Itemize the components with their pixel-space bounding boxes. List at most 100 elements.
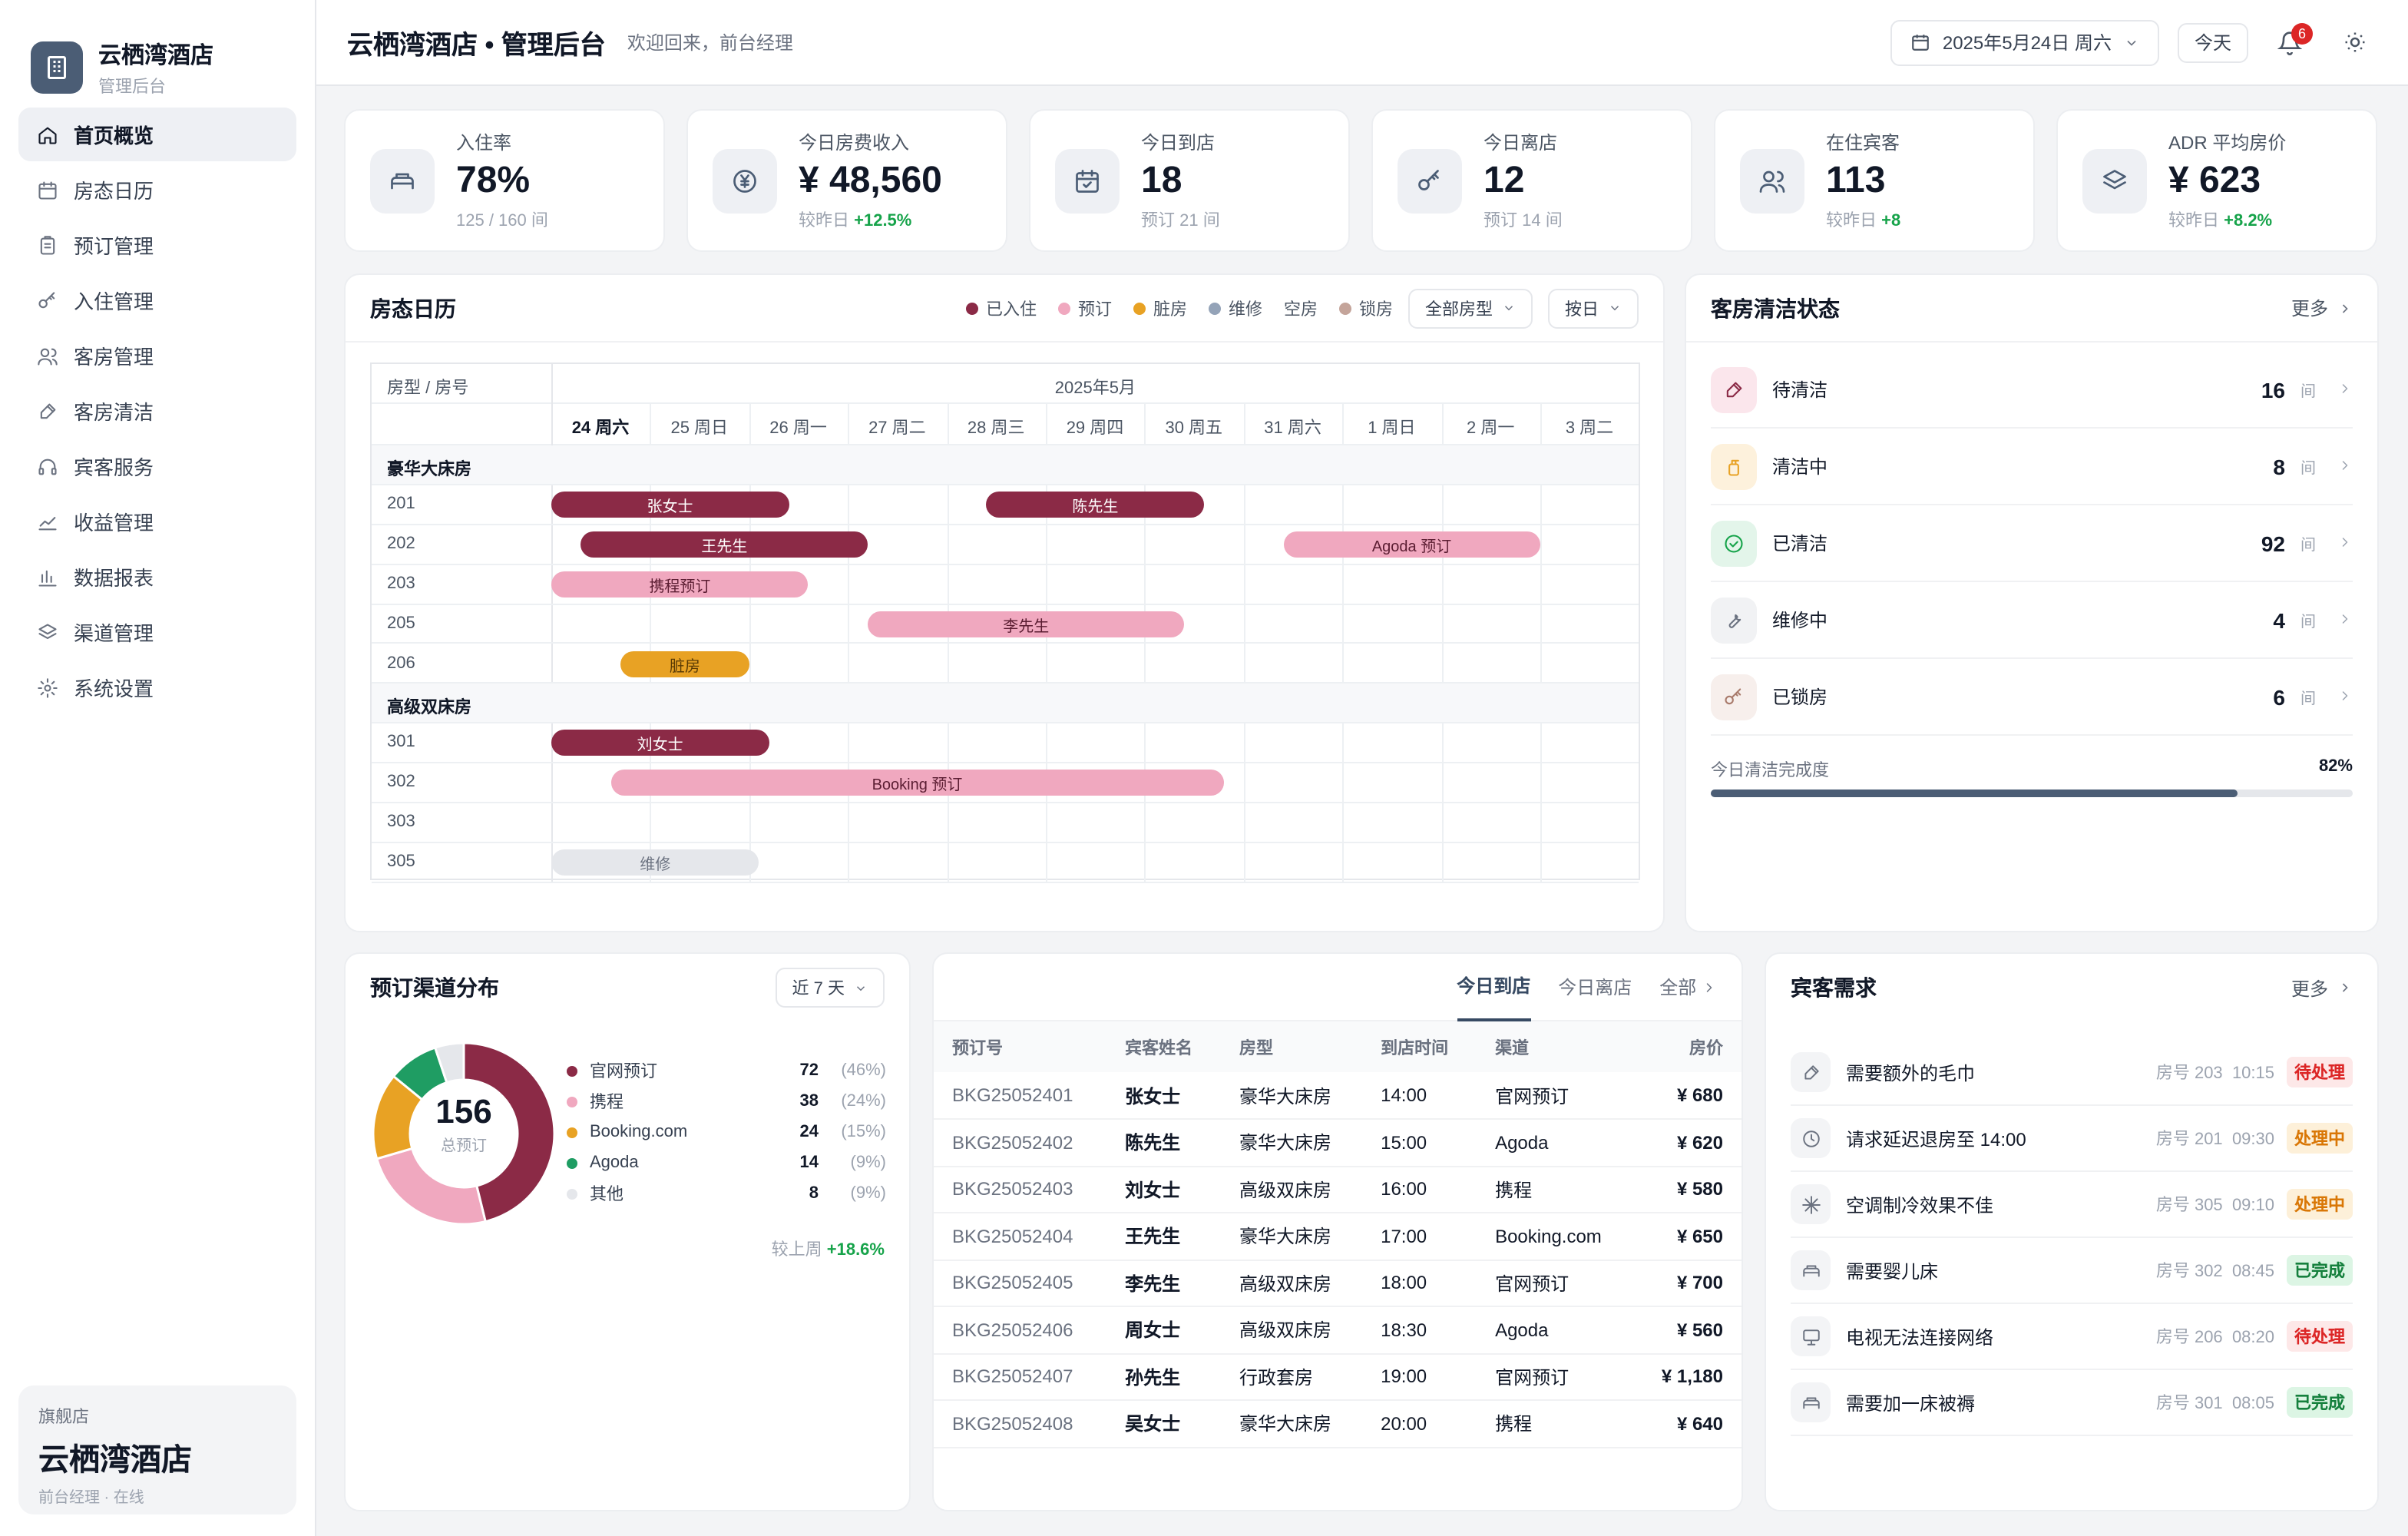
notifications-button[interactable]: 6 [2267, 19, 2313, 65]
sidebar-item-10[interactable]: 系统设置 [18, 660, 296, 714]
channel-name: 官网预订 [590, 1063, 657, 1081]
date-picker[interactable]: 2025年5月24日 周六 [1890, 19, 2159, 65]
booking-bar[interactable]: 维修 [551, 849, 759, 876]
view-mode-select[interactable]: 按日 [1548, 288, 1639, 328]
booking-bar[interactable]: 张女士 [551, 491, 789, 518]
legend-dot [567, 1065, 577, 1076]
booking-bar[interactable]: 携程预订 [551, 571, 809, 598]
sidebar-item-7[interactable]: 收益管理 [18, 495, 296, 548]
calendar-day-header[interactable]: 28 周三 [947, 415, 1045, 439]
housekeeping-row[interactable]: 已清洁 92 间 [1711, 505, 2353, 582]
table-row[interactable]: BKG25052404 王先生 豪华大床房 17:00 Booking.com ¥ 650 [934, 1213, 1742, 1260]
range-select[interactable]: 近 7 天 [775, 968, 885, 1008]
kpi-card[interactable]: 今日离店 12 预订 14 间 [1371, 109, 1692, 252]
kpi-card[interactable]: 入住率 78% 125 / 160 间 [344, 109, 665, 252]
table-row[interactable]: BKG25052401 张女士 豪华大床房 14:00 官网预订 ¥ 680 [934, 1072, 1742, 1120]
legend-dot [1339, 302, 1351, 314]
home-icon [38, 126, 57, 144]
table-row[interactable]: BKG25052403 刘女士 高级双床房 16:00 携程 ¥ 580 [934, 1166, 1742, 1213]
request-text: 空调制冷效果不佳 [1846, 1194, 1994, 1216]
request-meta: 房号 305 09:10 [2156, 1192, 2274, 1217]
sidebar-item-3[interactable]: 入住管理 [18, 273, 296, 327]
kpi-label: 今日房费收入 [799, 132, 910, 154]
sidebar-item-5[interactable]: 客房清洁 [18, 384, 296, 438]
column-header[interactable]: 房型 [1221, 1021, 1363, 1072]
housekeeping-row[interactable]: 清洁中 8 间 [1711, 429, 2353, 505]
booking-bar[interactable]: 陈先生 [986, 491, 1205, 518]
notification-badge: 6 [2291, 22, 2313, 44]
donut-slice[interactable] [375, 1147, 488, 1226]
booking-bar[interactable]: 刘女士 [551, 730, 769, 756]
brand[interactable]: 云栖湾酒店 管理后台 [0, 0, 315, 108]
booking-bar[interactable]: Agoda 预订 [1283, 531, 1540, 558]
room-number: 201 [387, 494, 415, 513]
calendar-day-header[interactable]: 29 周四 [1046, 415, 1144, 439]
housekeeping-row[interactable]: 维修中 4 间 [1711, 582, 2353, 659]
kpi-card[interactable]: 今日房费收入 ¥ 48,560 较昨日 +12.5% [686, 109, 1007, 252]
kpi-card[interactable]: 在住宾客 113 较昨日 +8 [1714, 109, 2035, 252]
calendar-day-header[interactable]: 30 周五 [1145, 415, 1243, 439]
housekeeping-row[interactable]: 待清洁 16 间 [1711, 352, 2353, 429]
calendar-day-header[interactable]: 1 周日 [1342, 415, 1440, 439]
calendar-day-header[interactable]: 26 周一 [749, 415, 848, 439]
request-row[interactable]: 需要加一床被褥 房号 301 08:05 已完成 [1791, 1370, 2353, 1436]
tab-1[interactable]: 今日离店 [1558, 954, 1632, 1021]
calendar-day-header[interactable]: 25 周日 [650, 415, 749, 439]
booking-bar[interactable]: 脏房 [620, 650, 749, 677]
table-cell: 豪华大床房 [1221, 1072, 1363, 1120]
sidebar-item-2[interactable]: 预订管理 [18, 218, 296, 272]
booking-bar[interactable]: 王先生 [580, 531, 868, 558]
request-row[interactable]: 需要额外的毛巾 房号 203 10:15 待处理 [1791, 1040, 2353, 1106]
sidebar-item-1[interactable]: 房态日历 [18, 163, 296, 217]
request-row[interactable]: 空调制冷效果不佳 房号 305 09:10 处理中 [1791, 1172, 2353, 1238]
sidebar-item-label: 宾客服务 [74, 456, 154, 479]
table-cell: 官网预订 [1477, 1260, 1634, 1307]
calendar-day-header[interactable]: 3 周二 [1540, 415, 1639, 439]
tab-0[interactable]: 今日到店 [1457, 954, 1531, 1021]
housekeeping-row[interactable]: 已锁房 6 间 [1711, 659, 2353, 736]
housekeeping-more-link[interactable]: 更多 [2291, 295, 2353, 321]
table-row[interactable]: BKG25052405 李先生 高级双床房 18:00 官网预订 ¥ 700 [934, 1260, 1742, 1307]
brush-icon [1804, 1064, 1818, 1079]
request-row[interactable]: 需要婴儿床 房号 302 08:45 已完成 [1791, 1238, 2353, 1304]
kpi-card[interactable]: 今日到店 18 预订 21 间 [1029, 109, 1350, 252]
store-tag: 旗舰店 [38, 1409, 89, 1427]
booking-bar[interactable]: 李先生 [868, 611, 1185, 637]
calendar-day-header[interactable]: 27 周二 [848, 415, 946, 439]
column-header[interactable]: 渠道 [1477, 1021, 1634, 1072]
table-cell: 16:00 [1362, 1166, 1477, 1213]
calendar-day-header[interactable]: 2 周一 [1441, 415, 1540, 439]
room-type-select[interactable]: 全部房型 [1408, 288, 1533, 328]
table-row[interactable]: BKG25052408 吴女士 豪华大床房 20:00 携程 ¥ 640 [934, 1400, 1742, 1448]
calendar-month: 2025年5月 [1054, 379, 1136, 398]
sidebar-item-8[interactable]: 数据报表 [18, 550, 296, 604]
calendar-day-header[interactable]: 24 周六 [551, 415, 650, 439]
booking-bar[interactable]: Booking 预订 [610, 770, 1224, 796]
theme-toggle-button[interactable] [2331, 19, 2377, 65]
column-header[interactable]: 预订号 [934, 1021, 1107, 1072]
users-icon [1759, 170, 1785, 192]
channel-name: Booking.com [590, 1123, 688, 1141]
sidebar-item-6[interactable]: 宾客服务 [18, 439, 296, 493]
requests-more-link[interactable]: 更多 [2291, 975, 2353, 1001]
sidebar-item-4[interactable]: 客房管理 [18, 329, 296, 382]
table-row[interactable]: BKG25052406 周女士 高级双床房 18:30 Agoda ¥ 560 [934, 1306, 1742, 1354]
table-row[interactable]: BKG25052407 孙先生 行政套房 19:00 官网预订 ¥ 1,180 [934, 1353, 1742, 1401]
kpi-card[interactable]: ADR 平均房价 ¥ 623 较昨日 +8.2% [2056, 109, 2377, 252]
column-header[interactable]: 房价 [1633, 1021, 1742, 1072]
column-header[interactable]: 宾客姓名 [1106, 1021, 1222, 1072]
request-row[interactable]: 请求延迟退房至 14:00 房号 201 09:30 处理中 [1791, 1106, 2353, 1172]
today-button[interactable]: 今天 [2177, 22, 2248, 62]
calendar-room-row [372, 803, 1639, 843]
legend-label: 脏房 [1153, 300, 1187, 319]
table-row[interactable]: BKG25052402 陈先生 豪华大床房 15:00 Agoda ¥ 620 [934, 1119, 1742, 1167]
calendar-day-header[interactable]: 31 周六 [1244, 415, 1342, 439]
clock-icon [1802, 1130, 1819, 1147]
sidebar-item-9[interactable]: 渠道管理 [18, 605, 296, 659]
column-header[interactable]: 到店时间 [1362, 1021, 1477, 1072]
table-cell: BKG25052404 [934, 1213, 1107, 1260]
sidebar-item-0[interactable]: 首页概览 [18, 108, 296, 161]
tab-2[interactable]: 全部 [1659, 954, 1717, 1021]
request-room: 房号 201 [2155, 1130, 2223, 1149]
request-row[interactable]: 电视无法连接网络 房号 206 08:20 待处理 [1791, 1304, 2353, 1370]
